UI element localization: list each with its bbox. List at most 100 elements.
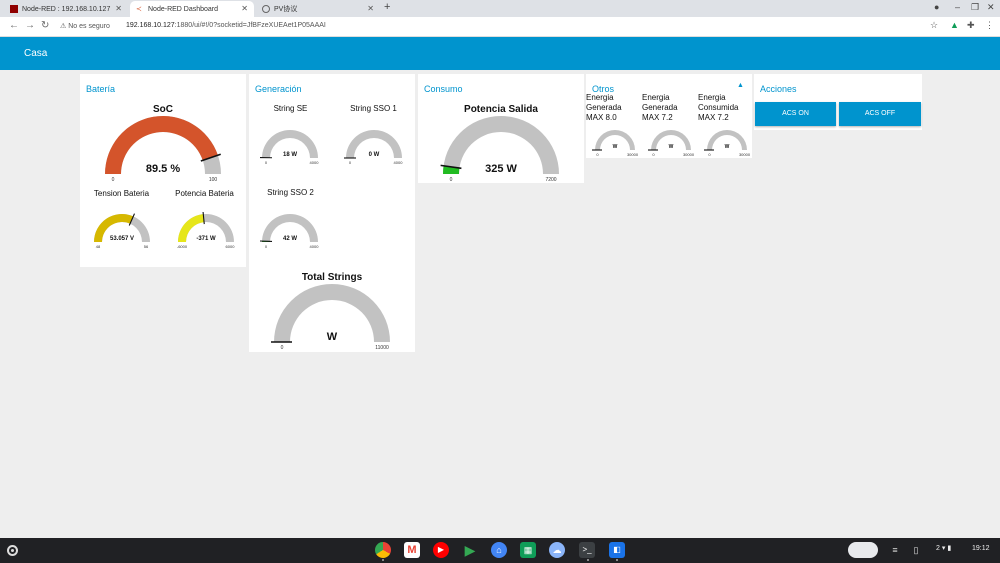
gauge-min-label: 0 bbox=[652, 152, 655, 157]
tab-title: Node-RED : 192.168.10.127 bbox=[22, 5, 111, 13]
acs-off-button[interactable]: ACS OFF bbox=[839, 102, 921, 126]
page-title: Casa bbox=[24, 48, 48, 59]
gauge-max-label: 56 bbox=[144, 244, 149, 249]
collapse-chevron-icon[interactable]: ▲ bbox=[737, 82, 744, 89]
gauge-min-label: 0 bbox=[112, 177, 115, 182]
group-title-bateria: Batería bbox=[86, 84, 116, 94]
bookmark-star-icon[interactable]: ☆ bbox=[930, 20, 938, 31]
gauge-max-label: 100 bbox=[209, 177, 218, 182]
gauge-value: W bbox=[613, 144, 618, 150]
terminal-icon[interactable]: >_ bbox=[579, 542, 595, 558]
sheets-icon[interactable]: ▦ bbox=[520, 542, 536, 558]
reload-icon[interactable]: ↻ bbox=[41, 20, 49, 31]
running-indicator bbox=[587, 559, 589, 561]
group-otros: Otros ▲ Energia Generada MAX 8.0 Energia… bbox=[586, 74, 752, 158]
notification-count: 2 bbox=[936, 545, 940, 552]
group-acciones: Acciones ACS ON ACS OFF bbox=[754, 74, 922, 130]
gauge-max-label: 4000 bbox=[310, 244, 320, 249]
running-indicator bbox=[382, 559, 384, 561]
extensions-icon[interactable]: ✚ bbox=[967, 20, 975, 31]
back-icon[interactable]: ← bbox=[9, 20, 19, 31]
phone-hub-icon[interactable]: ▯ bbox=[908, 542, 924, 558]
gauge-value: -371 W bbox=[196, 236, 216, 242]
group-consumo: Consumo Potencia Salida 325 W 0 7200 bbox=[418, 74, 584, 183]
holding-space-icon[interactable] bbox=[848, 542, 878, 558]
close-icon[interactable]: ✕ bbox=[367, 4, 374, 13]
group-title-consumo: Consumo bbox=[424, 84, 463, 94]
url-host: 192.168.10.127 bbox=[126, 22, 175, 29]
gauge-title-string-sso1: String SSO 1 bbox=[350, 104, 397, 113]
gauge-min-label: 0 bbox=[281, 345, 284, 350]
gauge-max-label: 4000 bbox=[394, 160, 404, 165]
dashboard-header: Casa bbox=[0, 37, 1000, 70]
gauge-max-label: 6000 bbox=[226, 244, 236, 249]
tab-search-icon[interactable]: ● bbox=[934, 2, 939, 12]
gauge-max-label: 30000 bbox=[739, 152, 750, 157]
gauge-max-label: 4000 bbox=[310, 160, 320, 165]
total-strings-gauge: W 0 11000 bbox=[271, 284, 390, 350]
gauge-max-label: 11000 bbox=[375, 345, 389, 350]
gauge-min-label: 0 bbox=[596, 152, 599, 157]
gauge-max-label: 7200 bbox=[545, 177, 556, 182]
gauge-min-label: 48 bbox=[96, 244, 101, 249]
weather-icon[interactable]: ☁ bbox=[549, 542, 565, 558]
play-store-icon[interactable]: ▶ bbox=[462, 542, 478, 558]
not-secure-indicator[interactable]: ⚠ No es seguro bbox=[60, 22, 110, 30]
gauge-min-label: 0 bbox=[265, 160, 268, 165]
gauge-min-label: 0 bbox=[708, 152, 711, 157]
youtube-icon[interactable]: ▶ bbox=[433, 542, 449, 558]
gauge-value: 325 W bbox=[485, 163, 517, 175]
string-se-gauge: 18 W 0 4000 bbox=[260, 129, 320, 165]
gauge-value: 89.5 % bbox=[146, 163, 180, 175]
gauge-min-label: -6000 bbox=[177, 244, 188, 249]
group-bateria: Batería SoC 89.5 % 0 100 Tension Bateria P… bbox=[80, 74, 246, 267]
close-icon[interactable]: ✕ bbox=[115, 4, 122, 13]
gauge-max-label: 30000 bbox=[627, 152, 638, 157]
status-tray[interactable]: 2 ▾ ▮ bbox=[936, 544, 951, 552]
vscode-icon[interactable]: ◧ bbox=[609, 542, 625, 558]
tab-title: Node-RED Dashboard bbox=[148, 5, 219, 13]
gauge-needle bbox=[202, 212, 205, 225]
files-icon[interactable]: ⌂ bbox=[491, 542, 507, 558]
url-field[interactable]: 192.168.10.127:1880/ui/#!/0?socketid=JfB… bbox=[126, 22, 326, 29]
gmail-icon[interactable]: M bbox=[404, 542, 420, 558]
node-red-icon bbox=[10, 5, 18, 13]
potencia-salida-gauge: 325 W 0 7200 bbox=[440, 116, 559, 182]
close-window-icon[interactable]: ✕ bbox=[987, 2, 995, 13]
gauge-value: W bbox=[725, 144, 730, 150]
clock[interactable]: 19:12 bbox=[972, 545, 990, 552]
gauge-max-label: 30000 bbox=[683, 152, 694, 157]
tab-dashboard[interactable]: ≺ Node-RED Dashboard ✕ bbox=[130, 1, 254, 17]
launcher-icon[interactable] bbox=[7, 545, 18, 556]
globe-icon bbox=[262, 5, 270, 13]
string-sso2-gauge: 42 W 0 4000 bbox=[260, 213, 320, 249]
menu-kebab-icon[interactable]: ⋮ bbox=[985, 20, 994, 31]
gauge-title-energia-gen1: Energia Generada MAX 8.0 bbox=[586, 93, 622, 122]
acs-on-button[interactable]: ACS ON bbox=[755, 102, 836, 126]
gauge-value: 18 W bbox=[283, 152, 297, 158]
close-icon[interactable]: ✕ bbox=[241, 4, 248, 13]
soc-gauge: 89.5 % 0 100 bbox=[105, 115, 221, 182]
tab-node-red-editor[interactable]: Node-RED : 192.168.10.127 ✕ bbox=[4, 1, 128, 17]
gauge-min-label: 0 bbox=[265, 244, 268, 249]
potencia-bateria-gauge: -371 W -6000 6000 bbox=[177, 212, 236, 249]
gauge-min-label: 0 bbox=[450, 177, 453, 182]
forward-icon[interactable]: → bbox=[25, 20, 35, 31]
tension-gauge: 53.057 V 48 56 bbox=[94, 213, 150, 249]
minimize-icon[interactable]: – bbox=[955, 2, 960, 12]
url-path: :1880/ui/#!/0?socketid=JfBFzeXUEAet1P05A… bbox=[174, 22, 326, 29]
running-indicator bbox=[616, 559, 618, 561]
chrome-icon[interactable] bbox=[375, 542, 391, 558]
gauge-value: 42 W bbox=[283, 236, 297, 242]
gauge-value: 0 W bbox=[369, 152, 380, 158]
restore-icon[interactable]: ❐ bbox=[971, 2, 979, 13]
new-tab-icon[interactable]: + bbox=[384, 1, 390, 13]
security-label: No es seguro bbox=[68, 23, 110, 30]
tab-pv[interactable]: PV协议 ✕ bbox=[256, 1, 380, 17]
clipboard-icon[interactable]: ≡ bbox=[887, 542, 903, 558]
drive-icon[interactable]: ▲ bbox=[950, 20, 959, 30]
gauge-value: W bbox=[669, 144, 674, 150]
group-title-acciones: Acciones bbox=[760, 84, 797, 94]
gauge-title-string-sso2: String SSO 2 bbox=[267, 188, 314, 197]
gauge-title-string-se: String SE bbox=[273, 104, 308, 113]
